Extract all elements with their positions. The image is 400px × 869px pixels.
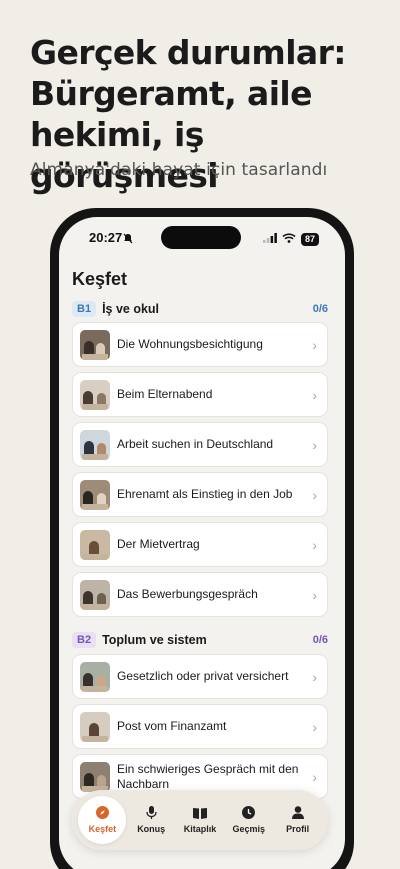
tab-label: Profil (286, 824, 310, 834)
section-header-b2: B2 Toplum ve sistem 0/6 (72, 630, 328, 650)
scenario-thumbnail (80, 761, 110, 792)
tab-kesfet[interactable]: Keşfet (78, 796, 127, 844)
compass-icon (95, 806, 109, 824)
tab-label: Konuş (137, 824, 166, 834)
scenario-title: Arbeit suchen in Deutschland (117, 437, 274, 451)
scenario-thumbnail (80, 711, 110, 742)
scenario-card[interactable]: Das Bewerbungsgespräch › (72, 572, 328, 617)
tab-gecmis[interactable]: Geçmiş (225, 796, 273, 844)
signal-icon (262, 230, 277, 248)
person-icon (291, 806, 304, 824)
chevron-right-icon: › (312, 436, 317, 453)
clock-icon (242, 806, 256, 824)
tab-label: Keşfet (88, 824, 117, 834)
screen-title: Keşfet (72, 269, 128, 289)
scenario-thumbnail (80, 661, 110, 692)
scenario-thumbnail (80, 529, 110, 560)
tab-label: Geçmiş (232, 824, 266, 834)
scenario-card[interactable]: Beim Elternabend › (72, 372, 328, 417)
chevron-right-icon: › (312, 668, 317, 685)
scenario-title: Ehrenamt als Einstieg in den Job (117, 487, 293, 501)
wifi-icon (282, 230, 296, 248)
chevron-right-icon: › (312, 718, 317, 735)
chevron-right-icon: › (312, 486, 317, 503)
scenario-thumbnail (80, 379, 110, 410)
tab-kitaplik[interactable]: Kitaplık (176, 796, 224, 844)
section-name: İş ve okul (102, 302, 160, 316)
chevron-right-icon: › (312, 768, 317, 785)
section-name: Toplum ve sistem (102, 633, 207, 647)
section-progress: 0/6 (312, 634, 328, 646)
microphone-icon (146, 806, 157, 824)
tab-konus[interactable]: Konuş (127, 796, 175, 844)
scenario-title: Die Wohnungsbesichtigung (117, 337, 263, 351)
chevron-right-icon: › (312, 536, 317, 553)
chevron-right-icon: › (312, 336, 317, 353)
scenario-card[interactable]: Gesetzlich oder privat versichert › (72, 654, 328, 699)
battery-indicator: 87 (300, 232, 319, 246)
scenario-card[interactable]: Post vom Finanzamt › (72, 704, 328, 749)
scenario-card[interactable]: Arbeit suchen in Deutschland › (72, 422, 328, 467)
scenario-thumbnail (80, 429, 110, 460)
promo-subtitle: Almanya'daki hayat için tasarlandı (30, 160, 328, 180)
chevron-right-icon: › (312, 386, 317, 403)
scenario-title: Der Mietvertrag (117, 537, 200, 551)
scenario-title: Ein schwieriges Gespräch mit den Nachbar… (117, 761, 299, 791)
tab-label: Kitaplık (183, 823, 217, 834)
status-time: 20:27 (89, 230, 123, 245)
scenario-card[interactable]: Der Mietvertrag › (72, 522, 328, 567)
book-icon (192, 807, 207, 824)
bottom-tab-bar: Keşfet Konuş Kitaplık Geçmiş Profil (72, 790, 328, 850)
dynamic-island (161, 226, 241, 249)
tab-profil[interactable]: Profil (274, 796, 322, 844)
section-progress: 0/6 (312, 303, 328, 315)
section-header-b1: B1 İş ve okul 0/6 (72, 299, 328, 319)
level-badge: B1 (72, 301, 97, 317)
level-badge: B2 (72, 632, 97, 648)
scenario-thumbnail (80, 329, 110, 360)
scenario-title: Post vom Finanzamt (117, 719, 227, 733)
bell-muted-icon (123, 231, 133, 249)
scenario-card[interactable]: Die Wohnungsbesichtigung › (72, 322, 328, 367)
scenario-title: Beim Elternabend (117, 387, 213, 401)
app-screen: 20:27 87 Keşfet B1 İş ve okul 0/6 Die Wo… (59, 217, 345, 869)
scenario-card[interactable]: Ehrenamt als Einstieg in den Job › (72, 472, 328, 517)
chevron-right-icon: › (312, 586, 317, 603)
scenario-thumbnail (80, 479, 110, 510)
scenario-title: Das Bewerbungsgespräch (117, 587, 258, 601)
scenario-thumbnail (80, 579, 110, 610)
scenario-title: Gesetzlich oder privat versichert (117, 669, 289, 683)
